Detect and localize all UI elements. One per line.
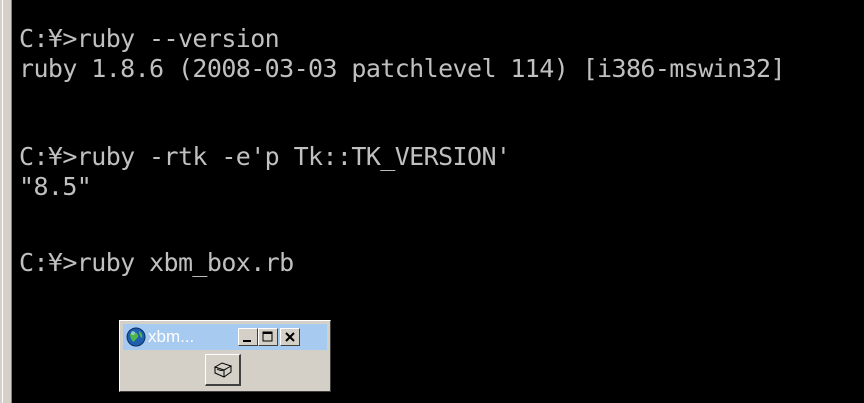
close-icon bbox=[285, 332, 295, 342]
window-title: xbm... bbox=[148, 327, 195, 346]
minimize-icon bbox=[243, 340, 251, 342]
console-window-frame bbox=[0, 0, 12, 403]
maximize-button[interactable] bbox=[258, 328, 278, 346]
console-line: C:¥>ruby -rtk -e'p Tk::TK_VERSION' bbox=[19, 142, 511, 171]
box-bitmap-icon bbox=[213, 362, 233, 378]
maximize-icon bbox=[262, 331, 273, 342]
console-line: C:¥>ruby xbm_box.rb bbox=[19, 248, 294, 277]
minimize-button[interactable] bbox=[238, 328, 258, 346]
bitmap-button[interactable] bbox=[205, 354, 241, 386]
console-line: "8.5" bbox=[19, 172, 92, 201]
console-line: ruby 1.8.6 (2008-03-03 patchlevel 114) [… bbox=[19, 54, 786, 83]
tk-xbm-window[interactable]: xbm... bbox=[119, 320, 331, 392]
window-titlebar[interactable]: xbm... bbox=[123, 324, 327, 350]
console-line: C:¥>ruby --version bbox=[19, 24, 280, 53]
ruby-globe-icon[interactable] bbox=[126, 327, 146, 347]
close-button[interactable] bbox=[280, 328, 300, 346]
